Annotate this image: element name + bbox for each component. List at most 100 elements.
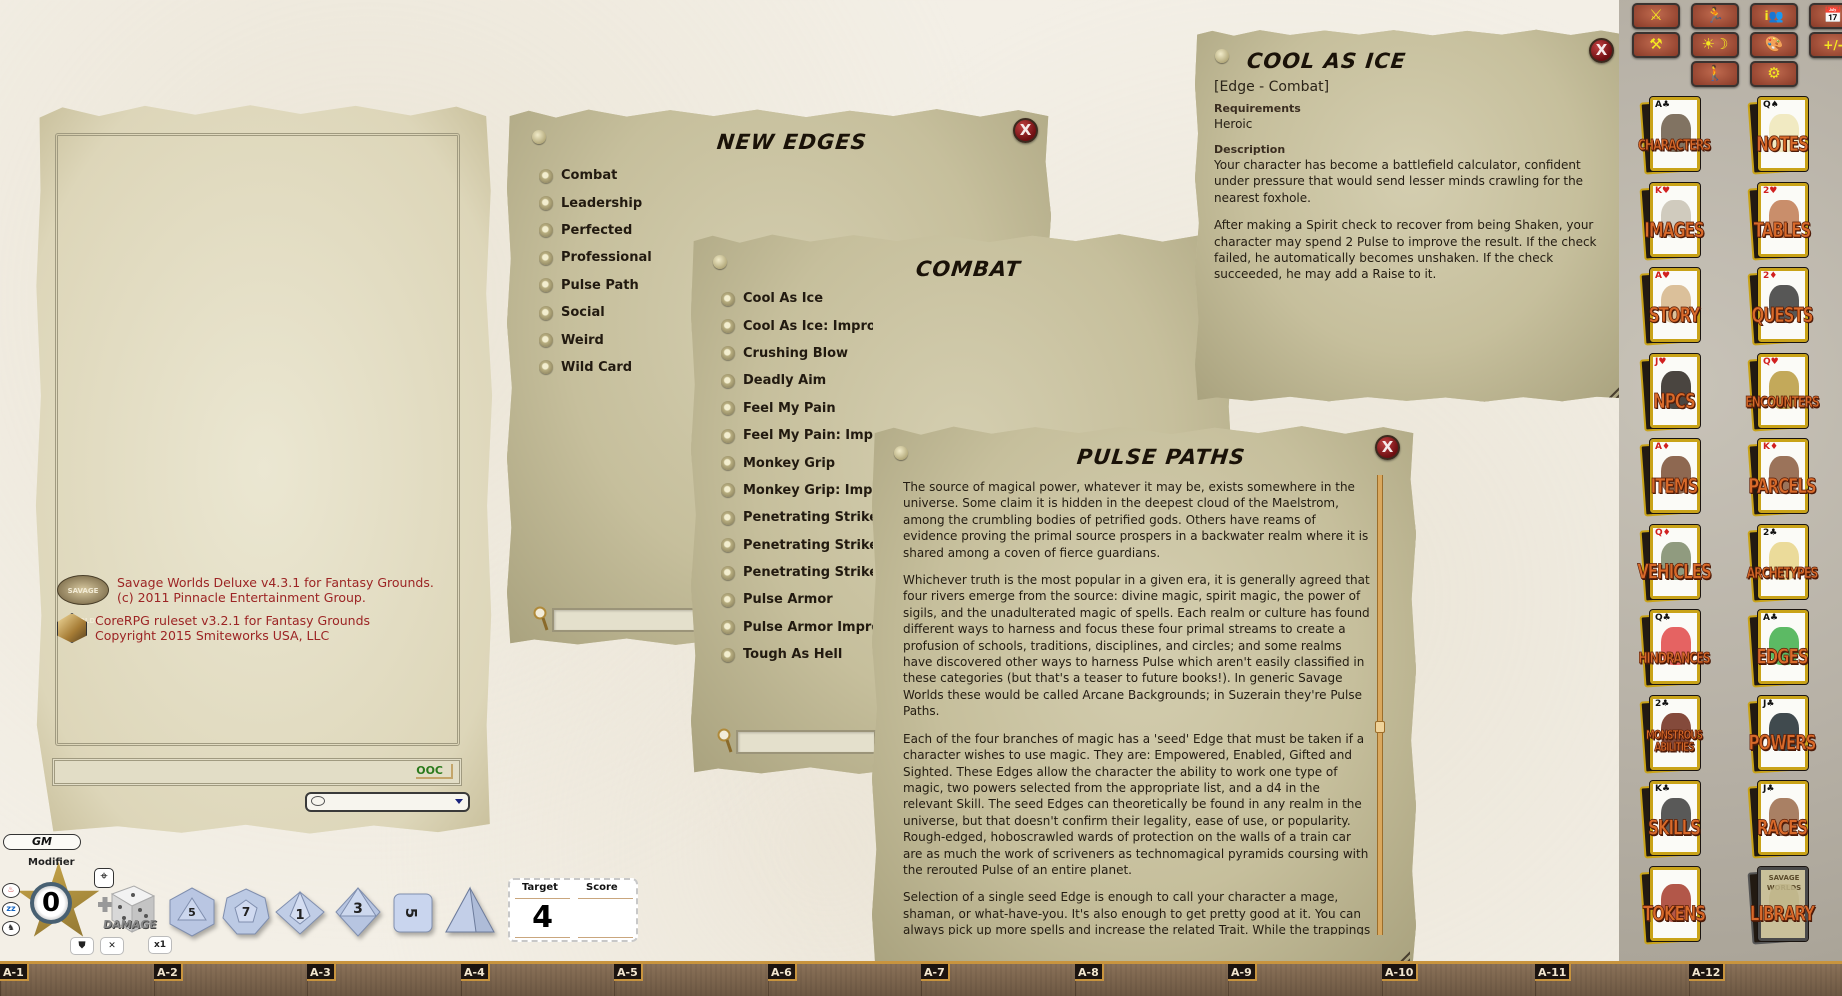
- link-bullet-icon[interactable]: [539, 250, 553, 265]
- description-text[interactable]: Your character has become a battlefield …: [1214, 157, 1614, 294]
- link-bullet-icon[interactable]: [539, 305, 553, 320]
- list-item[interactable]: Crushing Blow: [721, 340, 873, 367]
- modifiers-button[interactable]: +/-: [1809, 32, 1842, 58]
- list-item[interactable]: Penetrating Strike: Improved: [721, 532, 873, 559]
- library-archetypes-button[interactable]: 2♣ Archetypes: [1732, 523, 1832, 607]
- library-characters-button[interactable]: A♣ Characters: [1624, 95, 1724, 179]
- colors-button[interactable]: 🎨: [1750, 32, 1798, 58]
- link-bullet-icon[interactable]: [721, 647, 735, 662]
- chat-mode-select[interactable]: [305, 792, 470, 812]
- combat-tracker-button[interactable]: ⚔: [1632, 3, 1680, 29]
- tools-button[interactable]: ⚒: [1632, 32, 1680, 58]
- wounds-box[interactable]: ⛊: [70, 937, 94, 955]
- d6-die-icon[interactable]: 5: [390, 890, 436, 936]
- scrollbar[interactable]: [1375, 475, 1385, 935]
- library-tables-button[interactable]: 2♥ Tables: [1732, 181, 1832, 265]
- link-bullet-icon[interactable]: [721, 373, 735, 388]
- link-bullet-icon[interactable]: [539, 196, 553, 211]
- list-item[interactable]: Combat: [539, 162, 652, 189]
- fatigue-box[interactable]: ✕: [100, 937, 124, 955]
- multiplier-box[interactable]: x1: [148, 936, 172, 954]
- library-edges-button[interactable]: A♣ Edges: [1732, 608, 1832, 692]
- d10-die-icon[interactable]: 1: [274, 886, 326, 938]
- list-item[interactable]: Feel My Pain: Improved: [721, 422, 873, 449]
- calendar-button[interactable]: 📅: [1809, 3, 1842, 29]
- identity-button[interactable]: 🚶: [1691, 61, 1739, 87]
- damage-die-icon[interactable]: [98, 880, 156, 940]
- link-bullet-icon[interactable]: [721, 565, 735, 580]
- scrollbar-thumb[interactable]: [1375, 721, 1385, 734]
- link-bullet-icon[interactable]: [721, 510, 735, 525]
- library-story-button[interactable]: A♥ Story: [1624, 266, 1724, 350]
- library-library-button[interactable]: SAVAGE WORLDSLibrary: [1732, 865, 1832, 949]
- list-item[interactable]: Pulse Path: [539, 272, 652, 299]
- link-bullet-icon[interactable]: [539, 223, 553, 238]
- link-bullet-icon[interactable]: [539, 168, 553, 183]
- chat-log[interactable]: [55, 133, 460, 746]
- list-item[interactable]: Penetrating Strike: [721, 504, 873, 531]
- library-races-button[interactable]: J♣ Races: [1732, 779, 1832, 863]
- party-info-button[interactable]: i👥: [1750, 3, 1798, 29]
- library-hindrances-button[interactable]: Q♣ Hindrances: [1624, 608, 1724, 692]
- options-button[interactable]: ⚙: [1750, 61, 1798, 87]
- library-skills-button[interactable]: K♣ Skills: [1624, 779, 1724, 863]
- link-bullet-icon[interactable]: [721, 319, 735, 334]
- pin-icon[interactable]: [532, 130, 546, 144]
- list-item[interactable]: Wild Card: [539, 354, 652, 381]
- filter-input[interactable]: [736, 730, 876, 754]
- link-bullet-icon[interactable]: [721, 291, 735, 306]
- link-bullet-icon[interactable]: [721, 538, 735, 553]
- link-bullet-icon[interactable]: [721, 620, 735, 635]
- list-item[interactable]: Monkey Grip: Improved: [721, 477, 873, 504]
- library-vehicles-button[interactable]: Q♦ Vehicles: [1624, 523, 1724, 607]
- list-item[interactable]: Leadership: [539, 189, 652, 216]
- link-bullet-icon[interactable]: [539, 333, 553, 348]
- list-item[interactable]: Cool As Ice: [721, 285, 873, 312]
- mount-icon[interactable]: ♞: [2, 921, 20, 936]
- list-item[interactable]: Deadly Aim: [721, 367, 873, 394]
- list-item[interactable]: Pulse Armor: [721, 586, 873, 613]
- library-tokens-button[interactable]: Tokens: [1624, 865, 1724, 949]
- lighting-button[interactable]: ☀☽: [1691, 32, 1739, 58]
- list-item[interactable]: Tough As Hell: [721, 641, 873, 668]
- story-text[interactable]: The source of magical power, whatever it…: [903, 479, 1373, 935]
- pin-icon[interactable]: [1215, 49, 1229, 63]
- library-parcels-button[interactable]: K♦ Parcels: [1732, 437, 1832, 521]
- list-item[interactable]: Weird: [539, 326, 652, 353]
- library-powers-button[interactable]: J♣ Powers: [1732, 694, 1832, 778]
- link-bullet-icon[interactable]: [721, 401, 735, 416]
- link-bullet-icon[interactable]: [721, 483, 735, 498]
- requirements-value[interactable]: Heroic: [1214, 117, 1252, 131]
- list-item[interactable]: Social: [539, 299, 652, 326]
- library-notes-button[interactable]: Q♠ Notes: [1732, 95, 1832, 179]
- list-item[interactable]: Monkey Grip: [721, 449, 873, 476]
- link-bullet-icon[interactable]: [721, 346, 735, 361]
- library-items-button[interactable]: A♦ Items: [1624, 437, 1724, 521]
- list-item[interactable]: Feel My Pain: [721, 395, 873, 422]
- library-quests-button[interactable]: 2♦ Quests: [1732, 266, 1832, 350]
- list-item[interactable]: Cool As Ice: Improved: [721, 312, 873, 339]
- bleed-icon[interactable]: ♨: [2, 883, 20, 898]
- close-button[interactable]: X: [1013, 118, 1038, 143]
- d20-die-icon[interactable]: 5: [166, 886, 218, 938]
- sleep-icon[interactable]: zz: [2, 902, 20, 917]
- pin-icon[interactable]: [713, 255, 727, 269]
- close-button[interactable]: X: [1589, 38, 1614, 63]
- target-value-box[interactable]: 4: [515, 898, 570, 938]
- list-item[interactable]: Penetrating Strike: Master: [721, 559, 873, 586]
- link-bullet-icon[interactable]: [539, 360, 553, 375]
- chat-entry-input[interactable]: OOC: [52, 758, 462, 786]
- link-bullet-icon[interactable]: [721, 428, 735, 443]
- pin-icon[interactable]: [894, 446, 908, 460]
- link-bullet-icon[interactable]: [721, 592, 735, 607]
- list-item[interactable]: Professional: [539, 244, 652, 271]
- ooc-toggle-button[interactable]: OOC: [416, 764, 453, 779]
- link-bullet-icon[interactable]: [539, 278, 553, 293]
- list-item[interactable]: Pulse Armor Improved: [721, 614, 873, 641]
- d4-die-icon[interactable]: [444, 886, 496, 938]
- link-bullet-icon[interactable]: [721, 456, 735, 471]
- library-monstrous-abilities-button[interactable]: 2♣ Monstrous Abilities: [1624, 694, 1724, 778]
- list-item[interactable]: Perfected: [539, 217, 652, 244]
- library-images-button[interactable]: K♥ Images: [1624, 181, 1724, 265]
- d8-die-icon[interactable]: 3: [332, 886, 384, 938]
